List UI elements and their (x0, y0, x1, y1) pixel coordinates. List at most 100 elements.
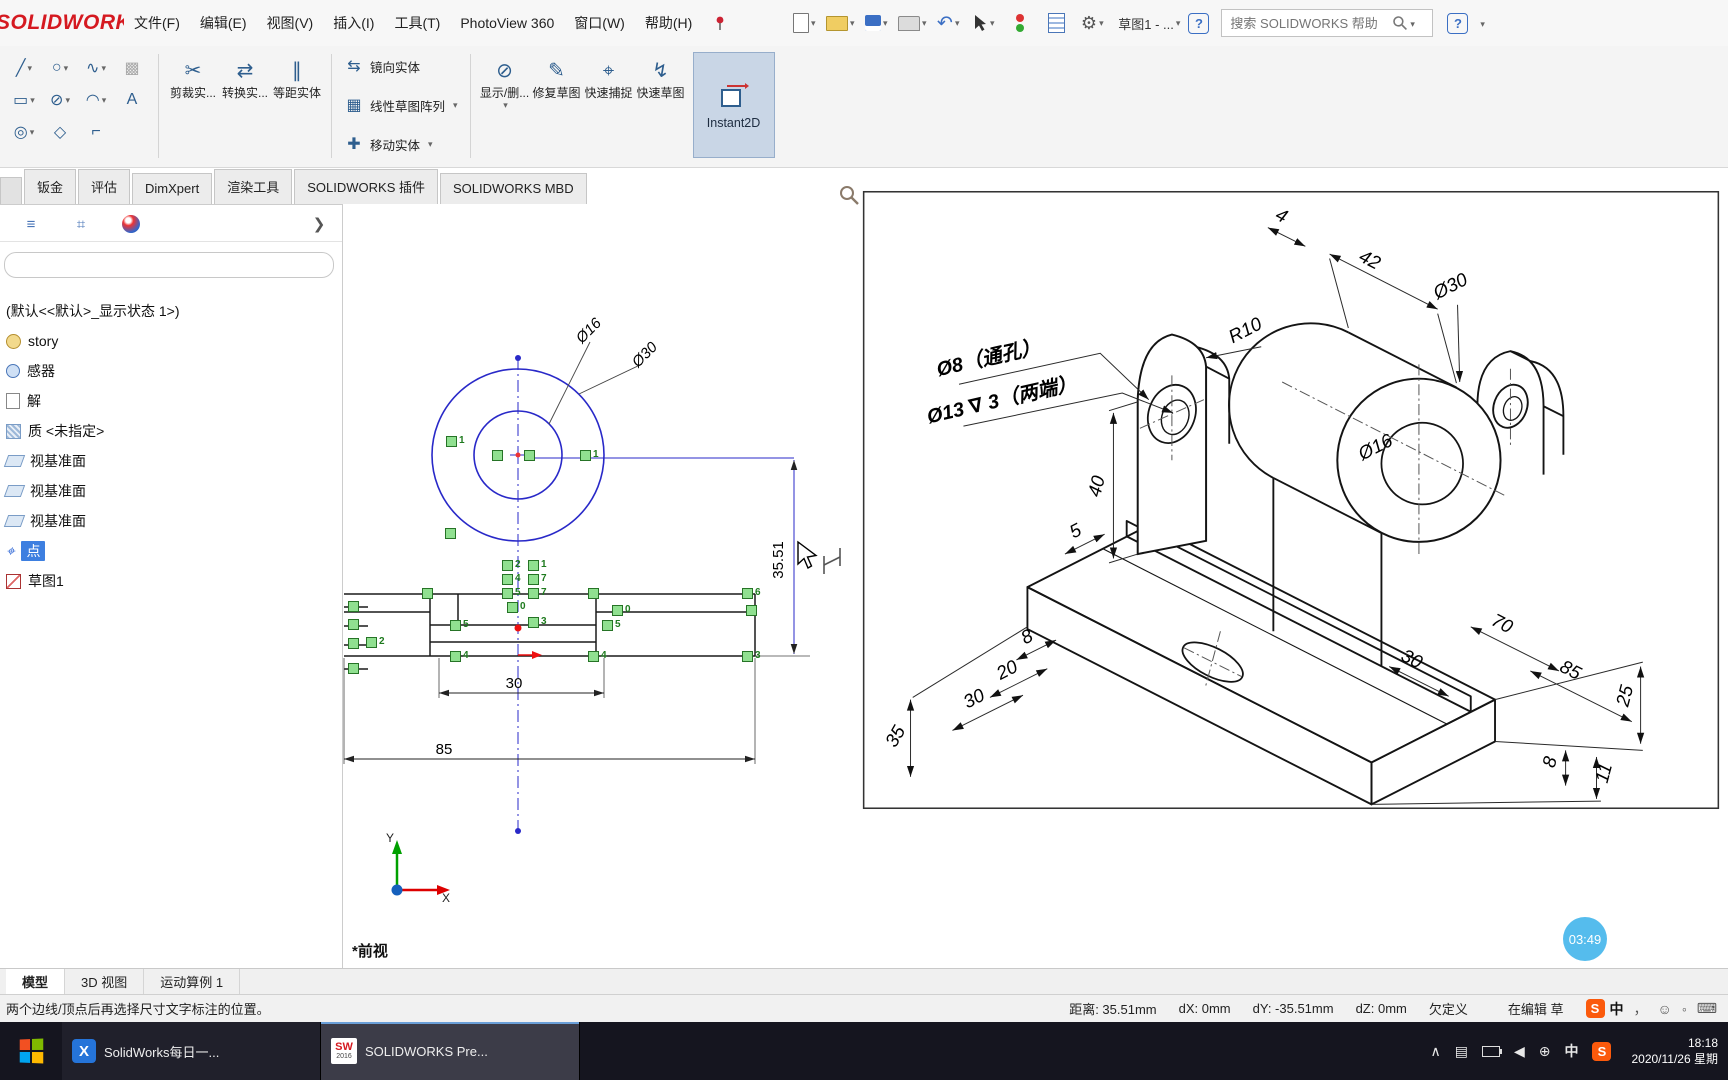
quick-snaps-button[interactable]: ⌖ 快速捕捉 (583, 52, 635, 100)
feature-tree-tab[interactable]: ≡ (20, 213, 42, 235)
rapid-sketch-button[interactable]: ↯ 快速草图 (635, 52, 687, 100)
ime-emoji-icon[interactable]: ☺ (1658, 1001, 1672, 1017)
tab-render-tools[interactable]: 渲染工具 (214, 169, 293, 204)
sketch-relation-marker[interactable]: 4 (502, 573, 521, 585)
circle-tool[interactable]: ○ (42, 52, 78, 84)
sketch-relation-marker[interactable]: 1 (528, 559, 547, 571)
rebuild-traffic-light-icon[interactable] (1005, 8, 1035, 38)
tab-mbd[interactable]: SOLIDWORKS MBD (439, 173, 587, 204)
ime-punctuation-icon[interactable]: ， (1634, 999, 1648, 1019)
sketch-relation-marker[interactable] (348, 663, 359, 674)
taskbar-app-2[interactable]: SW 2016 SOLIDWORKS Pre... (321, 1022, 580, 1080)
sketch-endpoint[interactable] (515, 828, 521, 834)
tree-item-material[interactable]: 质 <未指定> (0, 416, 342, 446)
help-button[interactable]: ? (1188, 12, 1210, 34)
text-tool[interactable]: A (114, 84, 150, 116)
dimension-text-active[interactable]: 35.51 (770, 541, 787, 579)
report-options-button[interactable] (1041, 8, 1071, 38)
convert-entities-button[interactable]: ⇄ 转换实... (219, 52, 271, 100)
sketch-relation-marker[interactable]: 3 (528, 616, 547, 628)
tree-item-front-plane[interactable]: 视基准面 (0, 446, 342, 476)
polygon-tool[interactable]: ◇ (42, 116, 78, 148)
sketch-relation-marker[interactable]: 7 (528, 573, 547, 585)
tab-sheet-metal[interactable]: 钣金 (24, 169, 77, 204)
sketch-relation-marker[interactable]: 3 (742, 650, 761, 662)
tray-grid-icon[interactable]: ▤ (1455, 1043, 1468, 1060)
sketch-relation-marker[interactable]: 5 (602, 619, 621, 631)
new-document-button[interactable] (789, 8, 819, 38)
mirror-entities-button[interactable]: ⇆ 镜向实体 (340, 54, 462, 78)
taskbar-clock[interactable]: 18:18 2020/11/26 星期 (1631, 1035, 1718, 1067)
sketch-relation-marker[interactable]: 5 (502, 587, 521, 599)
help-button-2[interactable]: ? (1447, 12, 1469, 34)
sketch-relation-marker[interactable]: 7 (528, 587, 547, 599)
selected-point[interactable] (514, 624, 522, 632)
print-button[interactable] (897, 8, 927, 38)
property-manager-tab[interactable]: ⌗ (70, 213, 92, 235)
tab-model[interactable]: 模型 (6, 969, 66, 994)
ime-mode-indicator[interactable]: 中 (1610, 999, 1624, 1019)
tree-item-sketch1[interactable]: 草图1 (0, 566, 342, 596)
undo-button[interactable]: ↶ (933, 8, 963, 38)
linear-sketch-pattern-button[interactable]: ▦ 线性草图阵列 (340, 93, 462, 117)
sketch-relation-marker[interactable] (445, 528, 456, 539)
tree-item-sensors[interactable]: 感器 (0, 356, 342, 386)
battery-icon[interactable] (1481, 1045, 1502, 1057)
sogou-tray-icon[interactable]: S (1592, 1041, 1612, 1061)
options-gear-button[interactable]: ⚙ (1077, 8, 1107, 38)
tab-motion-study[interactable]: 运动算例 1 (144, 969, 241, 994)
sketch-relation-marker[interactable] (348, 638, 359, 649)
display-delete-relations-button[interactable]: ⊘ 显示/删... (479, 52, 531, 111)
sketch-relation-marker[interactable] (492, 450, 503, 461)
sketch-relation-marker[interactable] (524, 450, 535, 461)
spline-tool[interactable]: ∿ (78, 52, 114, 84)
tab-evaluate[interactable]: 评估 (78, 169, 131, 204)
sketch-relation-marker[interactable]: 0 (507, 601, 526, 613)
tab-stub[interactable] (0, 177, 22, 204)
sketch-relation-marker[interactable] (422, 588, 433, 599)
menu-file[interactable]: 文件(F) (124, 7, 190, 39)
sketch-area[interactable]: Ø16 Ø30 35.51 30 85 Y X *前视 1 2 5 4 2 1 … (342, 208, 902, 970)
dimension-text[interactable]: 30 (506, 675, 523, 692)
network-icon[interactable]: ⊕ (1539, 1043, 1551, 1060)
ellipse-tool[interactable]: ⊘ (42, 84, 78, 116)
trim-entities-button[interactable]: ✂ 剪裁实... (167, 52, 219, 100)
ime-mic-icon[interactable]: ◦ (1682, 1001, 1687, 1017)
sketch-profile[interactable] (344, 593, 756, 670)
sketch-relation-marker[interactable]: 1 (446, 435, 465, 447)
display-manager-tab[interactable] (120, 213, 142, 235)
sketch-relation-marker[interactable] (348, 619, 359, 630)
tab-3d-views[interactable]: 3D 视图 (65, 969, 145, 994)
sketch-relation-marker[interactable]: 6 (742, 587, 761, 599)
tree-item-right-plane[interactable]: 视基准面 (0, 506, 342, 536)
tree-filter-input[interactable] (4, 252, 334, 278)
tree-item-top-plane[interactable]: 视基准面 (0, 476, 342, 506)
sketch-endpoint[interactable] (515, 355, 521, 361)
arc-tool[interactable]: ◠ (78, 84, 114, 116)
tab-addins[interactable]: SOLIDWORKS 插件 (294, 169, 438, 204)
instant2d-button[interactable]: Instant2D (692, 52, 775, 158)
dimension-text[interactable]: Ø30 (628, 338, 661, 371)
sketch-relation-marker[interactable]: 4 (450, 650, 469, 662)
repair-sketch-button[interactable]: ✎ 修复草图 (531, 52, 583, 100)
sketch-relation-marker[interactable] (348, 601, 359, 612)
rectangle-tool[interactable]: ▭ (6, 84, 42, 116)
ime-keyboard-icon[interactable]: ⌨ (1697, 1000, 1717, 1017)
tray-expand-icon[interactable]: ∧ (1430, 1043, 1440, 1060)
menu-photoview[interactable]: PhotoView 360 (450, 9, 564, 37)
save-button[interactable] (861, 8, 891, 38)
sketch-relation-marker[interactable]: 2 (366, 636, 385, 648)
sketch-relation-marker[interactable] (746, 605, 757, 616)
menu-tools[interactable]: 工具(T) (384, 7, 450, 39)
window-menu-arrow-icon[interactable] (1478, 14, 1485, 32)
slot-tool[interactable]: ◎ (6, 116, 42, 148)
panel-expand-chevron[interactable]: ❯ (308, 213, 330, 235)
offset-entities-button[interactable]: ∥ 等距实体 (271, 52, 323, 100)
sketch-relation-marker[interactable] (588, 588, 599, 599)
search-input[interactable] (1228, 14, 1393, 32)
menu-edit[interactable]: 编辑(E) (190, 7, 257, 39)
tree-item-annotations[interactable]: 解 (0, 386, 342, 416)
sketch-relation-marker[interactable]: 5 (450, 619, 469, 631)
tab-dimxpert[interactable]: DimXpert (132, 173, 213, 204)
ime-indicator[interactable]: 中 (1564, 1041, 1578, 1061)
